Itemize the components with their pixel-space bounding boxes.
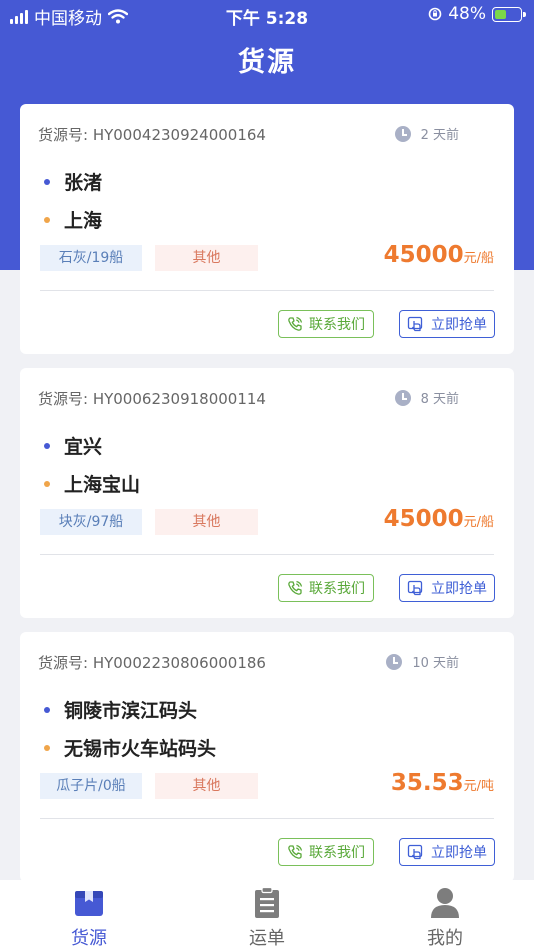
route-destination: 上海 xyxy=(44,206,102,233)
cargo-number: 货源号: HY0006230918000114 xyxy=(38,390,266,408)
grab-order-button[interactable]: 立即抢单 xyxy=(399,838,495,866)
destination-dot-icon xyxy=(44,216,50,223)
tab-waybill[interactable]: 运单 xyxy=(207,886,327,950)
battery-fill xyxy=(495,9,506,19)
tab-cargo-label: 货源 xyxy=(71,928,107,949)
price-value: 45000 xyxy=(383,242,464,268)
grab-order-icon xyxy=(407,580,423,596)
cargo-card[interactable]: 货源号: HY0006230918000114 8 天前 宜兴 上海宝山 块灰/… xyxy=(20,368,514,618)
phone-icon xyxy=(288,580,303,595)
cargo-card[interactable]: 货源号: HY0004230924000164 2 天前 张渚 上海 石灰/19… xyxy=(20,104,514,354)
type-tag: 其他 xyxy=(155,773,258,799)
origin-label: 张渚 xyxy=(64,172,103,194)
tab-bar: 货源 运单 我的 xyxy=(0,880,534,950)
grab-order-icon xyxy=(407,316,423,332)
contact-button[interactable]: 联系我们 xyxy=(278,574,374,602)
price-value: 35.53 xyxy=(390,770,464,796)
route-destination: 无锡市火车站码头 xyxy=(44,734,216,761)
route-origin: 张渚 xyxy=(44,168,102,195)
cargo-time: 2 天前 xyxy=(394,124,459,143)
battery-icon xyxy=(492,6,526,22)
divider xyxy=(40,290,494,291)
price-value: 45000 xyxy=(383,506,464,532)
clock-icon xyxy=(394,389,411,406)
cargo-tag: 块灰/97船 xyxy=(40,509,142,535)
price-unit: 元/船 xyxy=(463,515,494,530)
status-bar: 中国移动 下午 5:28 48% xyxy=(0,0,534,30)
grab-order-button[interactable]: 立即抢单 xyxy=(399,574,495,602)
contact-label: 联系我们 xyxy=(309,581,365,597)
contact-button[interactable]: 联系我们 xyxy=(278,310,374,338)
price: 45000元/船 xyxy=(384,242,494,268)
grab-order-button[interactable]: 立即抢单 xyxy=(399,310,495,338)
tab-profile[interactable]: 我的 xyxy=(385,886,505,950)
grab-order-label: 立即抢单 xyxy=(431,317,487,333)
destination-label: 上海宝山 xyxy=(64,474,141,496)
type-tag: 其他 xyxy=(155,509,258,535)
tab-profile-label: 我的 xyxy=(427,928,463,949)
price: 45000元/船 xyxy=(384,506,494,532)
tab-waybill-label: 运单 xyxy=(249,928,285,949)
cargo-number: 货源号: HY0002230806000186 xyxy=(38,654,266,672)
destination-label: 无锡市火车站码头 xyxy=(64,738,217,760)
price: 35.53元/吨 xyxy=(391,770,494,796)
origin-dot-icon xyxy=(44,178,50,185)
origin-dot-icon xyxy=(44,442,50,449)
contact-button[interactable]: 联系我们 xyxy=(278,838,374,866)
divider xyxy=(40,554,494,555)
route-origin: 宜兴 xyxy=(44,432,102,459)
grab-order-label: 立即抢单 xyxy=(431,845,487,861)
cargo-tag: 瓜子片/0船 xyxy=(40,773,142,799)
clock-icon xyxy=(394,125,411,142)
clock-icon xyxy=(386,653,403,670)
page-title: 货源 xyxy=(238,47,296,78)
destination-label: 上海 xyxy=(64,210,103,232)
contact-label: 联系我们 xyxy=(309,845,365,861)
orientation-lock-icon xyxy=(428,7,442,21)
cargo-time: 8 天前 xyxy=(394,388,459,407)
phone-icon xyxy=(288,316,303,331)
route-origin: 铜陵市滨江码头 xyxy=(44,696,197,723)
time-ago: 2 天前 xyxy=(420,128,459,143)
type-tag: 其他 xyxy=(155,245,258,271)
origin-label: 铜陵市滨江码头 xyxy=(64,700,198,722)
time-ago: 10 天前 xyxy=(412,656,459,671)
grab-order-icon xyxy=(407,844,423,860)
price-unit: 元/船 xyxy=(463,251,494,266)
app-screen: 中国移动 下午 5:28 48% 货源 货源号: HY0004230924000… xyxy=(0,0,534,950)
route-destination: 上海宝山 xyxy=(44,470,140,497)
origin-label: 宜兴 xyxy=(64,436,103,458)
status-right: 48% xyxy=(428,4,526,24)
destination-dot-icon xyxy=(44,744,50,751)
cargo-number: 货源号: HY0004230924000164 xyxy=(38,126,266,144)
time-ago: 8 天前 xyxy=(420,392,459,407)
user-icon xyxy=(431,888,459,918)
cargo-card[interactable]: 货源号: HY0002230806000186 10 天前 铜陵市滨江码头 无锡… xyxy=(20,632,514,882)
phone-icon xyxy=(288,844,303,859)
grab-order-label: 立即抢单 xyxy=(431,581,487,597)
contact-label: 联系我们 xyxy=(309,317,365,333)
cargo-time: 10 天前 xyxy=(386,652,459,671)
clipboard-icon xyxy=(255,886,279,918)
box-icon xyxy=(75,891,103,916)
origin-dot-icon xyxy=(44,706,50,713)
battery-percent: 48% xyxy=(448,4,486,24)
divider xyxy=(40,818,494,819)
price-unit: 元/吨 xyxy=(463,779,494,794)
destination-dot-icon xyxy=(44,480,50,487)
cargo-tag: 石灰/19船 xyxy=(40,245,142,271)
tab-cargo[interactable]: 货源 xyxy=(29,886,149,950)
